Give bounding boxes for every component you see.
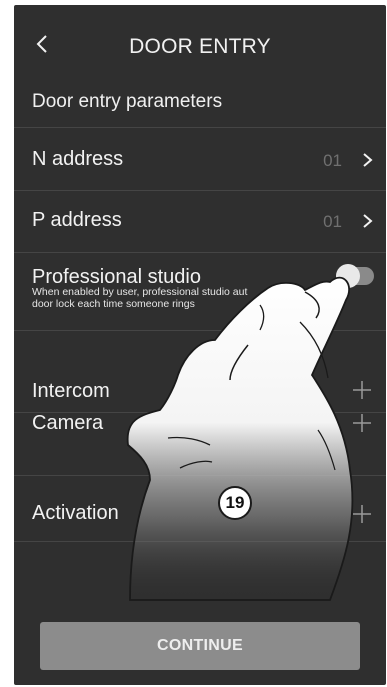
- hand-shape: [126, 276, 354, 601]
- hand-pointer-illustration: [126, 276, 354, 601]
- step-marker: 19: [218, 486, 252, 520]
